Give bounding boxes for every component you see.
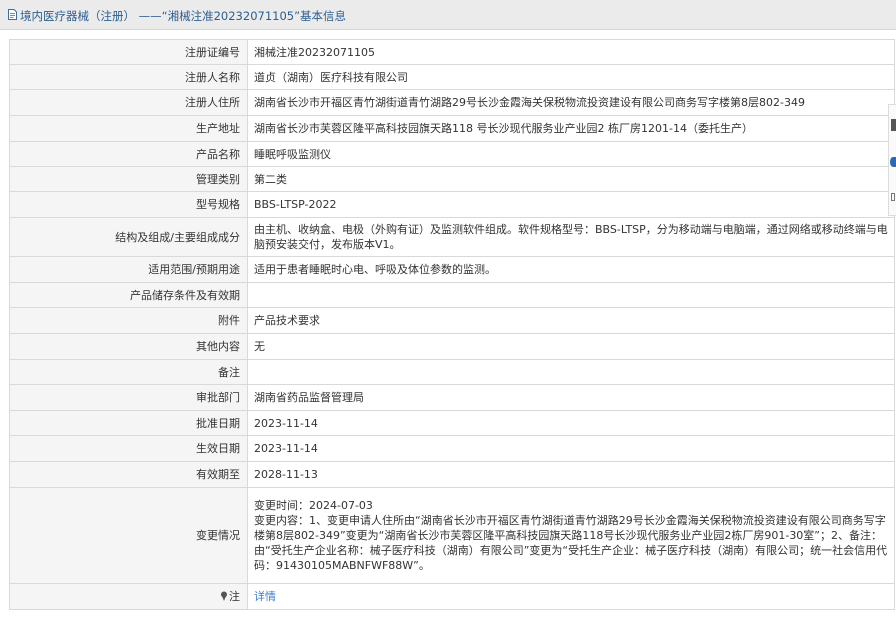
field-label: 有效期至 — [9, 461, 248, 488]
info-row: 附件 产品技术要求 — [9, 307, 895, 334]
field-value-line: 适用于患者睡眠时心电、呼吸及体位参数的监测。 — [254, 263, 496, 276]
info-row: 结构及组成/主要组成成分 由主机、收纳盒、电极（外购有证）及监测软件组成。软件规格… — [9, 217, 895, 257]
field-label: 其他内容 — [9, 333, 248, 360]
page-title: 境内医疗器械（注册） ——“湘械注准20232071105”基本信息 — [20, 9, 347, 23]
bookmark-icon[interactable] — [891, 119, 896, 131]
field-label: 生产地址 — [9, 115, 248, 142]
field-value-line: 2028-11-13 — [254, 468, 318, 481]
info-row: 型号规格 BBS-LTSP-2022 — [9, 191, 895, 218]
field-value: 无 — [247, 333, 895, 360]
info-row: 变更情况 变更时间：2024-07-03 变更内容：1、变更申请人住所由“湖南省长沙… — [9, 487, 895, 584]
note-value-cell: 详情 — [247, 583, 895, 610]
field-value: 2028-11-13 — [247, 461, 895, 488]
field-label: 备注 — [9, 359, 248, 385]
details-link[interactable]: 详情 — [254, 590, 276, 603]
field-value-line: 湖南省长沙市开福区青竹湖街道青竹湖路29号长沙金霞海关保税物流投资建设有限公司商… — [254, 96, 805, 109]
field-label: 附件 — [9, 307, 248, 334]
field-value: 睡眠呼吸监测仪 — [247, 141, 895, 167]
field-value-line: 2023-11-14 — [254, 442, 318, 455]
field-value: 湘械注准20232071105 — [247, 39, 895, 65]
info-row: 有效期至 2028-11-13 — [9, 461, 895, 488]
info-row: 备注 — [9, 359, 895, 385]
field-label: 管理类别 — [9, 166, 248, 192]
info-row: 审批部门 湖南省药品监督管理局 — [9, 384, 895, 411]
note-label-cell: 注 — [9, 583, 248, 610]
field-value-line: 第二类 — [254, 172, 287, 186]
field-value-line: 2023-11-14 — [254, 416, 318, 430]
field-value-line: 湖南省药品监督管理局 — [254, 391, 364, 404]
field-value: 湖南省长沙市开福区青竹湖街道青竹湖路29号长沙金霞海关保税物流投资建设有限公司商… — [247, 89, 895, 116]
field-value-line: 变更内容：1、变更申请人住所由“湖南省长沙市开福区青竹湖街道青竹湖路29号长沙金… — [254, 514, 888, 572]
field-value: 湖南省药品监督管理局 — [247, 384, 895, 411]
field-value-line: 湘械注准20232071105 — [254, 45, 375, 59]
field-label: 批准日期 — [9, 410, 248, 436]
field-value-line: 无 — [254, 340, 265, 353]
field-value-line: 睡眠呼吸监测仪 — [254, 147, 331, 161]
field-label: 产品储存条件及有效期 — [9, 282, 248, 308]
side-toolbar[interactable] — [888, 104, 896, 216]
field-value: BBS-LTSP-2022 — [247, 191, 895, 218]
field-value: 湖南省长沙市芙蓉区隆平高科技园旗天路118 号长沙现代服务业产业园2 栋厂房12… — [247, 115, 895, 142]
field-label: 注册证编号 — [9, 39, 248, 65]
info-row: 生产地址 湖南省长沙市芙蓉区隆平高科技园旗天路118 号长沙现代服务业产业园2 栋… — [9, 115, 895, 142]
info-table: 注册证编号 湘械注准20232071105 注册人名称 道贞（湖南）医疗科技有限公司注… — [9, 39, 895, 610]
info-row: 生效日期 2023-11-14 — [9, 435, 895, 462]
field-label: 适用范围/预期用途 — [9, 256, 248, 283]
info-row: 产品名称 睡眠呼吸监测仪 — [9, 141, 895, 167]
field-value-line: 由主机、收纳盒、电极（外购有证）及监测软件组成。软件规格型号：BBS-LTSP，… — [254, 223, 888, 251]
field-value-line: 变更时间：2024-07-03 — [254, 499, 373, 512]
content-panel: 注册证编号 湘械注准20232071105 注册人名称 道贞（湖南）医疗科技有限公司注… — [0, 30, 896, 630]
info-row: 其他内容无 — [9, 333, 895, 360]
info-row: 产品储存条件及有效期 — [9, 282, 895, 308]
share-icon[interactable] — [890, 157, 896, 167]
field-value — [247, 359, 895, 385]
field-label: 生效日期 — [9, 435, 248, 462]
field-label: 审批部门 — [9, 384, 248, 411]
info-row: 适用范围/预期用途 适用于患者睡眠时心电、呼吸及体位参数的监测。 — [9, 256, 895, 283]
field-value-line: BBS-LTSP-2022 — [254, 198, 337, 211]
field-label: 结构及组成/主要组成成分 — [9, 217, 248, 257]
field-value: 变更时间：2024-07-03 变更内容：1、变更申请人住所由“湖南省长沙市开福区… — [247, 487, 895, 584]
field-value — [247, 282, 895, 308]
field-value: 2023-11-14 — [247, 435, 895, 462]
title-bar: 境内医疗器械（注册） ——“湘械注准20232071105”基本信息 — [0, 0, 896, 30]
field-value: 2023-11-14 — [247, 410, 895, 436]
field-value-line: 湖南省长沙市芙蓉区隆平高科技园旗天路118 号长沙现代服务业产业园2 栋厂房12… — [254, 122, 753, 135]
document-icon — [8, 9, 17, 20]
pin-icon — [221, 591, 227, 601]
field-label: 型号规格 — [9, 191, 248, 218]
note-label: 注 — [229, 590, 240, 603]
info-row: 管理类别 第二类 — [9, 166, 895, 192]
field-value: 道贞（湖南）医疗科技有限公司 — [247, 64, 895, 90]
field-label: 注册人名称 — [9, 64, 248, 90]
field-value: 适用于患者睡眠时心电、呼吸及体位参数的监测。 — [247, 256, 895, 283]
field-label: 产品名称 — [9, 141, 248, 167]
field-value: 第二类 — [247, 166, 895, 192]
copy-icon[interactable] — [891, 193, 895, 201]
field-value-line: 产品技术要求 — [254, 314, 320, 327]
note-row: 注 详情 — [9, 583, 895, 610]
info-row: 注册人住所 湖南省长沙市开福区青竹湖街道青竹湖路29号长沙金霞海关保税物流投资建设… — [9, 89, 895, 116]
field-label: 注册人住所 — [9, 89, 248, 116]
field-label: 变更情况 — [9, 487, 248, 584]
field-value: 由主机、收纳盒、电极（外购有证）及监测软件组成。软件规格型号：BBS-LTSP，… — [247, 217, 895, 257]
info-row: 注册人名称 道贞（湖南）医疗科技有限公司 — [9, 64, 895, 90]
info-row: 注册证编号 湘械注准20232071105 — [9, 39, 895, 65]
info-row: 批准日期 2023-11-14 — [9, 410, 895, 436]
field-value-line: 道贞（湖南）医疗科技有限公司 — [254, 70, 408, 84]
field-value: 产品技术要求 — [247, 307, 895, 334]
